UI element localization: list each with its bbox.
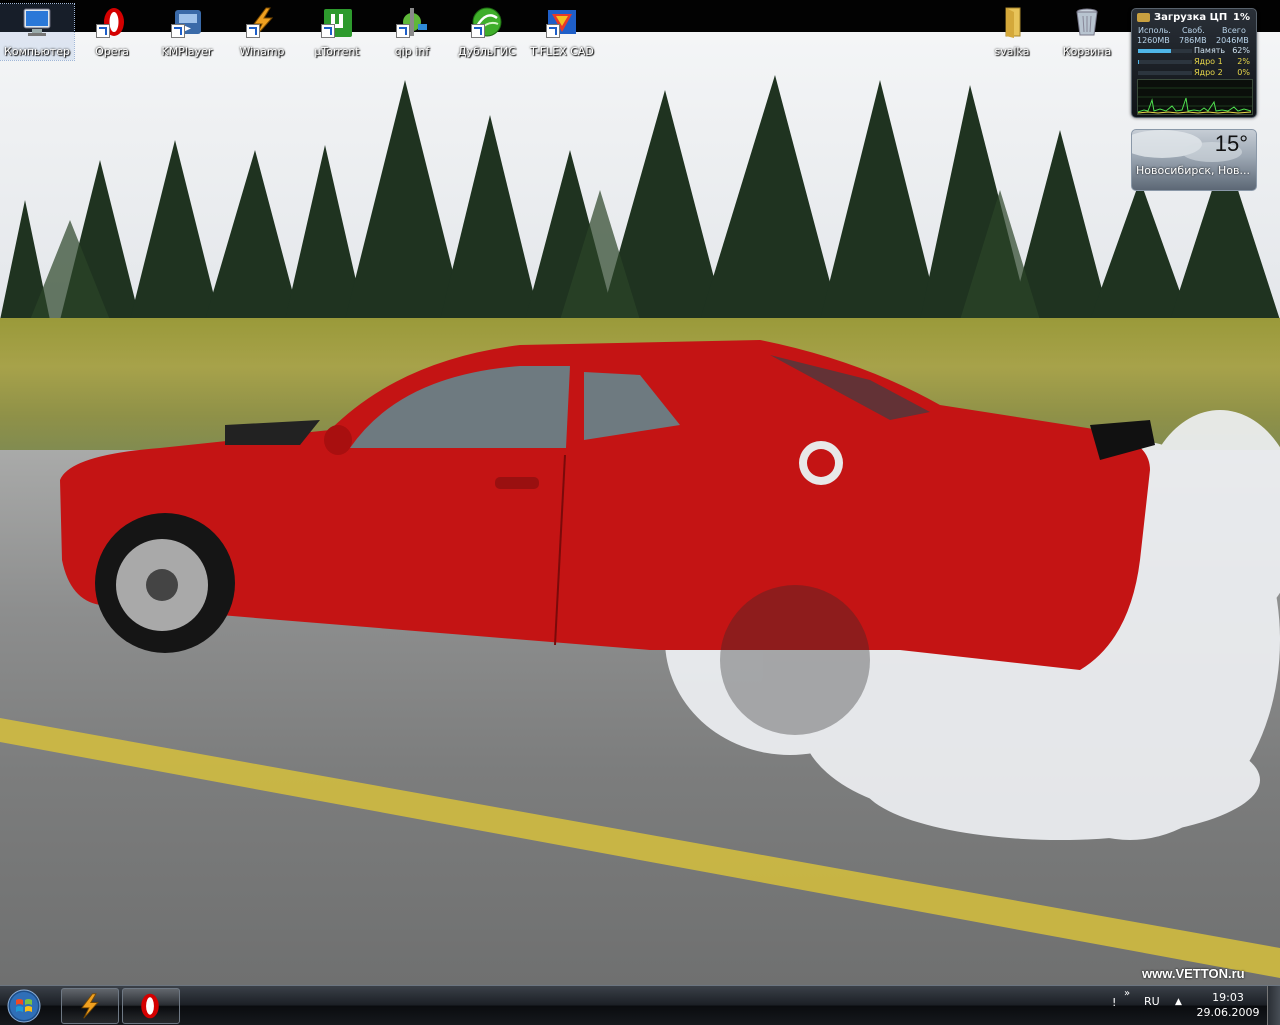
desktop-icon-dublgis[interactable]: ДубльГИС — [450, 4, 524, 60]
desktop-icon-label: Компьютер — [4, 45, 70, 58]
memory-used-header: Исполь. — [1138, 26, 1171, 35]
taskbar-button-winamp[interactable] — [61, 988, 119, 1024]
desktop-icon-computer[interactable]: Компьютер — [0, 3, 75, 61]
desktop-icon-recycle-bin[interactable]: Корзина — [1050, 4, 1124, 60]
wallpaper-watermark: www.VETTON.ru — [1142, 966, 1245, 981]
taskbar: ! » RU ▲ 19:03 29.06.2009 — [0, 985, 1280, 1025]
core2-label: Ядро 2 — [1194, 68, 1223, 77]
shortcut-arrow-icon — [246, 24, 260, 38]
desktop-icon-label: Opera — [95, 45, 129, 58]
tray-show-hidden-icon[interactable]: ▲ — [1175, 997, 1182, 1007]
tray-overflow-chevron-icon[interactable]: » — [1124, 988, 1130, 999]
winamp-icon — [81, 993, 99, 1019]
show-desktop-button[interactable] — [1267, 986, 1280, 1025]
weather-temperature: 15° — [1214, 131, 1248, 156]
memory-total-value: 2046MB — [1216, 36, 1249, 45]
memory-total-header: Всего — [1222, 26, 1246, 35]
memory-free-header: Своб. — [1182, 26, 1205, 35]
desktop-icon-label: Корзина — [1062, 45, 1112, 58]
desktop-icon-label: qip inf — [394, 45, 430, 58]
core1-usage-bar — [1138, 60, 1192, 64]
desktop-icon-label: µTorrent — [314, 45, 360, 58]
wallpaper-car-scene — [0, 340, 1280, 978]
memory-usage-row: Память 62% — [1136, 46, 1252, 56]
desktop-icon-kmplayer[interactable]: KMPlayer — [150, 4, 224, 60]
start-button[interactable] — [4, 988, 44, 1024]
desktop-icon-utorrent[interactable]: µTorrent — [300, 4, 374, 60]
taskbar-button-opera[interactable] — [122, 988, 180, 1024]
desktop-icon-winamp[interactable]: Winamp — [225, 4, 299, 60]
desktop-icon-svalka[interactable]: svalka — [975, 4, 1049, 60]
cpu-usage-percent: 1% — [1233, 12, 1250, 23]
weather-gadget[interactable]: 15° Новосибирск, Нов... — [1131, 129, 1257, 191]
desktop-icon-tflex[interactable]: T-FLEX CAD — [525, 4, 599, 60]
clock-time: 19:03 — [1212, 991, 1244, 1004]
desktop-icon-label: T-FLEX CAD — [530, 45, 594, 58]
tray-notification-icon[interactable]: ! — [1112, 996, 1116, 1009]
shortcut-arrow-icon — [396, 24, 410, 38]
desktop-icon-label: Winamp — [239, 45, 285, 58]
core1-usage-row: Ядро 1 2% — [1136, 57, 1252, 67]
memory-usage-fill — [1138, 49, 1172, 53]
memory-usage-bar — [1138, 49, 1192, 53]
cpu-meter-gadget[interactable]: Загрузка ЦП 1% Исполь. Своб. Всего 1260M… — [1131, 8, 1257, 118]
shortcut-arrow-icon — [471, 24, 485, 38]
tray-language-indicator[interactable]: RU — [1144, 995, 1160, 1008]
desktop-icon-label: ДубльГИС — [457, 45, 517, 58]
core2-percent: 0% — [1237, 68, 1250, 77]
shortcut-arrow-icon — [321, 24, 335, 38]
memory-label: Память — [1194, 46, 1226, 55]
core1-label: Ядро 1 — [1194, 57, 1223, 66]
cpu-history-graph — [1137, 79, 1253, 115]
shortcut-arrow-icon — [546, 24, 560, 38]
clock-date: 29.06.2009 — [1196, 1006, 1260, 1019]
computer-icon — [23, 8, 51, 36]
desktop-icon-label: svalka — [994, 45, 1030, 58]
weather-city: Новосибирск, Нов... — [1136, 164, 1250, 177]
desktop-icon-opera[interactable]: Opera — [75, 4, 149, 60]
desktop-wallpaper — [0, 0, 1280, 985]
desktop-icon-qip[interactable]: qip inf — [375, 4, 449, 60]
shortcut-arrow-icon — [96, 24, 110, 38]
cpu-gadget-title: Загрузка ЦП — [1154, 12, 1228, 23]
opera-icon — [141, 993, 159, 1019]
recycle-bin-icon — [1076, 8, 1098, 36]
desktop-icon-label: KMPlayer — [161, 45, 213, 58]
tray-clock[interactable]: 19:03 29.06.2009 — [1195, 990, 1261, 1020]
core1-usage-fill — [1138, 60, 1140, 64]
memory-used-value: 1260MB — [1137, 36, 1170, 45]
core2-usage-row: Ядро 2 0% — [1136, 68, 1252, 78]
memory-percent: 62% — [1232, 46, 1250, 55]
cpu-chip-icon — [1137, 13, 1150, 22]
folder-icon — [1005, 7, 1021, 38]
core2-usage-bar — [1138, 71, 1192, 75]
shortcut-arrow-icon — [171, 24, 185, 38]
core1-percent: 2% — [1237, 57, 1250, 66]
memory-free-value: 786MB — [1179, 36, 1207, 45]
